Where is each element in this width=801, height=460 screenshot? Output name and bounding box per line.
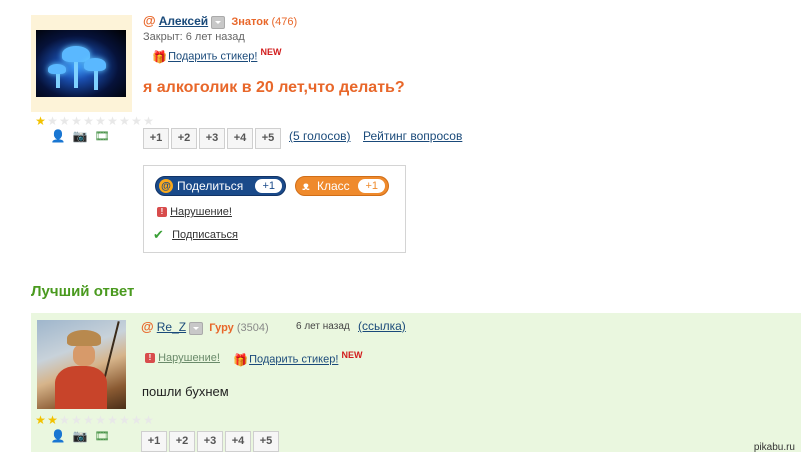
share-mail-label: Поделиться bbox=[177, 179, 244, 193]
watermark: pikabu.ru bbox=[753, 442, 795, 453]
vote-plus-3-button[interactable]: +3 bbox=[197, 431, 223, 452]
answer-author-line: @ Re_Z Гуру (3504) bbox=[141, 319, 269, 335]
vote-plus-3-button[interactable]: +3 bbox=[199, 128, 225, 149]
photo-icon[interactable]: 📷 bbox=[72, 129, 88, 143]
subscribe-icon: ✔ bbox=[153, 227, 164, 242]
question-gift-row: 🎁 Подарить стикер! NEW bbox=[152, 47, 281, 63]
best-answer-heading: Лучший ответ bbox=[31, 283, 135, 300]
vote-plus-2-button[interactable]: +2 bbox=[171, 128, 197, 149]
star-icon: ★ bbox=[83, 114, 94, 128]
star-icon: ★ bbox=[95, 413, 106, 427]
question-title: я алкоголик в 20 лет,что делать? bbox=[143, 79, 405, 96]
answer-author-stars: ★ ★ ★ ★ ★ ★ ★ ★ ★ ★ bbox=[35, 413, 154, 427]
vote-plus-4-button[interactable]: +4 bbox=[225, 431, 251, 452]
video-icon[interactable]: 🎞 bbox=[94, 129, 110, 143]
question-author-rank: Знаток bbox=[231, 16, 269, 28]
share-box: @ Поделиться +1 ᴥ Класс +1 ! Нарушение! … bbox=[143, 165, 406, 253]
new-badge: NEW bbox=[341, 350, 363, 360]
question-author-line: @ Алексей Знаток (476) bbox=[143, 13, 297, 29]
star-icon: ★ bbox=[107, 114, 118, 128]
question-closed-time: Закрыт: 6 лет назад bbox=[143, 31, 245, 43]
question-author-points: (476) bbox=[271, 16, 298, 28]
star-icon: ★ bbox=[71, 114, 82, 128]
star-icon: ★ bbox=[95, 114, 106, 128]
odnoklassniki-icon: ᴥ bbox=[302, 179, 310, 193]
question-author-avatar[interactable] bbox=[36, 30, 126, 97]
gift-sticker-link[interactable]: Подарить стикер! bbox=[168, 51, 257, 63]
mail-at-icon: @ bbox=[159, 179, 173, 193]
at-icon: @ bbox=[141, 319, 154, 334]
dropdown-icon[interactable] bbox=[189, 321, 204, 335]
question-author-icons: 👤 📷 🎞 bbox=[50, 129, 110, 143]
answer-author-rank: Гуру bbox=[209, 322, 234, 334]
answer-author-points: (3504) bbox=[236, 322, 269, 334]
star-icon: ★ bbox=[35, 114, 46, 128]
star-icon: ★ bbox=[83, 413, 94, 427]
answer-author-icons: 👤 📷 🎞 bbox=[50, 429, 110, 443]
answer-gift-row: 🎁 Подарить стикер! NEW bbox=[233, 350, 362, 366]
vote-plus-2-button[interactable]: +2 bbox=[169, 431, 195, 452]
vote-plus-4-button[interactable]: +4 bbox=[227, 128, 253, 149]
star-icon: ★ bbox=[131, 413, 142, 427]
new-badge: NEW bbox=[260, 47, 282, 57]
star-icon: ★ bbox=[71, 413, 82, 427]
share-ok-button[interactable]: ᴥ Класс +1 bbox=[295, 176, 389, 196]
question-author-stars: ★ ★ ★ ★ ★ ★ ★ ★ ★ ★ bbox=[35, 114, 154, 128]
answer-author-name[interactable]: Re_Z bbox=[157, 320, 186, 334]
star-icon: ★ bbox=[47, 413, 58, 427]
votes-count-link[interactable]: (5 голосов) bbox=[289, 129, 351, 143]
star-icon: ★ bbox=[131, 114, 142, 128]
star-icon: ★ bbox=[35, 413, 46, 427]
answer-report-link[interactable]: Нарушение! bbox=[158, 352, 220, 364]
star-icon: ★ bbox=[119, 413, 130, 427]
answer-text: пошли бухнем bbox=[142, 384, 229, 399]
vote-plus-5-button[interactable]: +5 bbox=[255, 128, 281, 149]
question-author-name[interactable]: Алексей bbox=[159, 14, 208, 28]
star-icon: ★ bbox=[59, 413, 70, 427]
vote-plus-5-button[interactable]: +5 bbox=[253, 431, 279, 452]
answer-time: 6 лет назад bbox=[296, 321, 350, 332]
star-icon: ★ bbox=[107, 413, 118, 427]
dropdown-icon[interactable] bbox=[211, 15, 226, 29]
subscribe-link[interactable]: Подписаться bbox=[172, 229, 238, 241]
star-icon: ★ bbox=[59, 114, 70, 128]
answer-author-avatar[interactable] bbox=[37, 320, 126, 409]
star-icon: ★ bbox=[143, 114, 154, 128]
at-icon: @ bbox=[143, 13, 156, 28]
star-icon: ★ bbox=[119, 114, 130, 128]
photo-icon[interactable]: 📷 bbox=[72, 429, 88, 443]
question-rating-link[interactable]: Рейтинг вопросов bbox=[363, 129, 462, 143]
subscribe-row: ✔ Подписаться bbox=[153, 228, 238, 242]
star-icon: ★ bbox=[143, 413, 154, 427]
answer-permalink[interactable]: (ссылка) bbox=[358, 319, 406, 333]
warning-icon: ! bbox=[145, 353, 155, 364]
share-mail-button[interactable]: @ Поделиться +1 bbox=[155, 176, 286, 196]
vote-plus-1-button[interactable]: +1 bbox=[141, 431, 167, 452]
answer-vote-buttons: +1 +2 +3 +4 +5 bbox=[141, 431, 281, 452]
share-ok-label: Класс bbox=[317, 179, 350, 193]
user-icon[interactable]: 👤 bbox=[50, 429, 66, 443]
report-link[interactable]: Нарушение! bbox=[170, 206, 232, 218]
vote-plus-1-button[interactable]: +1 bbox=[143, 128, 169, 149]
warning-icon: ! bbox=[157, 207, 167, 218]
share-ok-count: +1 bbox=[358, 179, 385, 193]
gift-icon: 🎁 bbox=[152, 49, 167, 64]
share-mail-count: +1 bbox=[255, 179, 282, 193]
question-vote-buttons: +1 +2 +3 +4 +5 bbox=[143, 128, 283, 149]
star-icon: ★ bbox=[47, 114, 58, 128]
answer-report-row: ! Нарушение! bbox=[145, 352, 220, 364]
gift-icon: 🎁 bbox=[233, 352, 248, 367]
user-icon[interactable]: 👤 bbox=[50, 129, 66, 143]
video-icon[interactable]: 🎞 bbox=[94, 429, 110, 443]
report-row: ! Нарушение! bbox=[157, 206, 232, 218]
answer-gift-sticker-link[interactable]: Подарить стикер! bbox=[249, 354, 338, 366]
